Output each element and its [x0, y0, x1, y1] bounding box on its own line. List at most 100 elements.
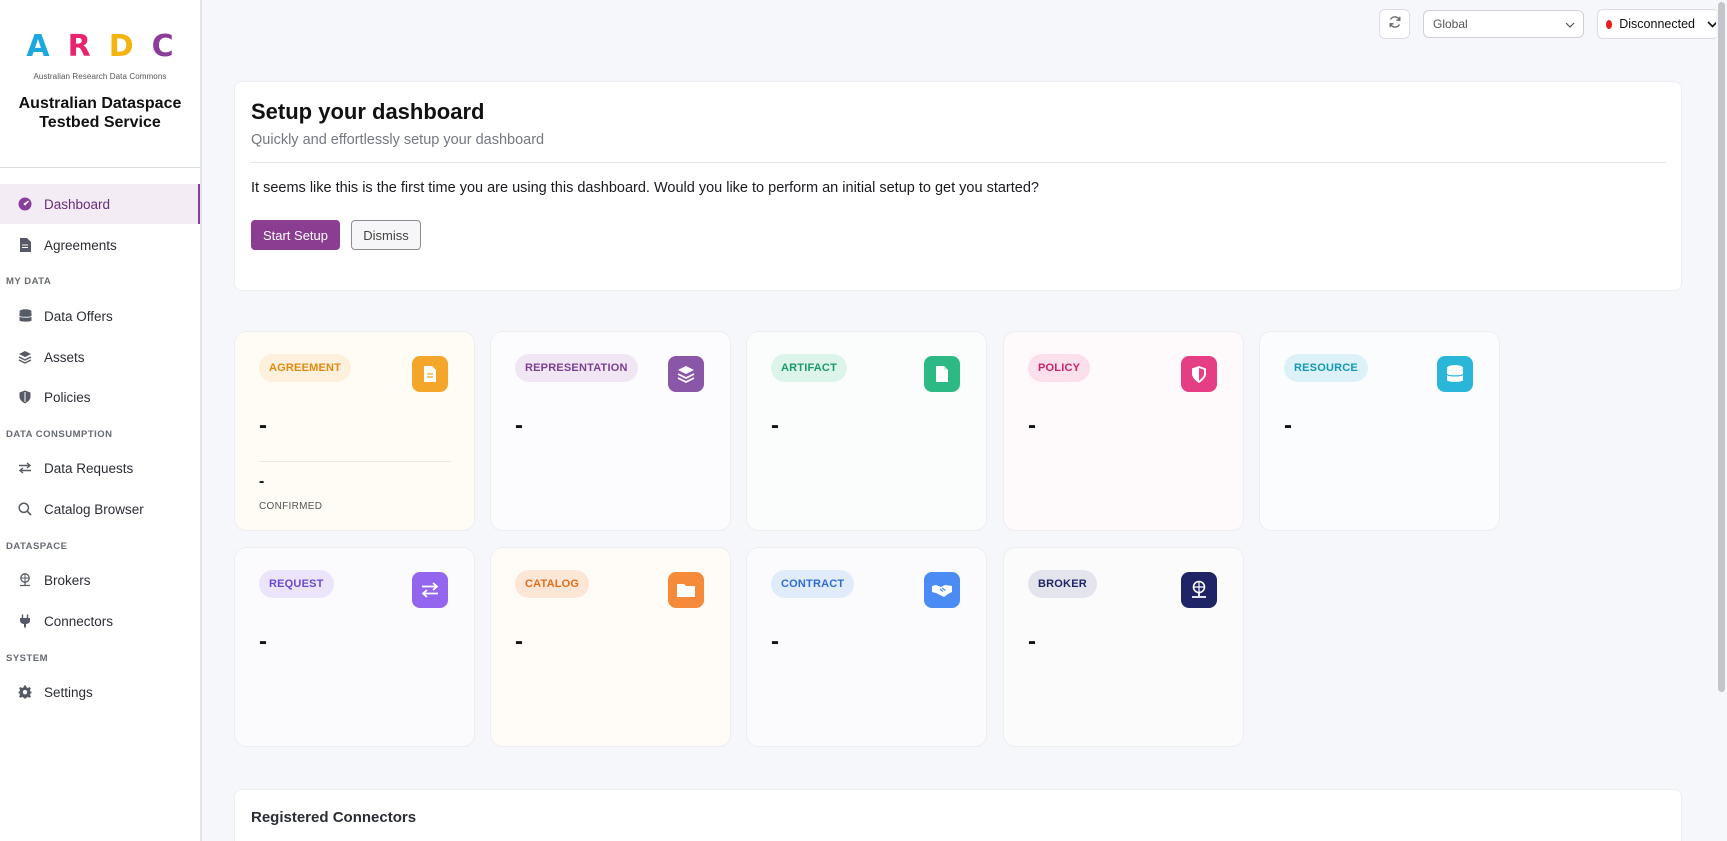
- section-title-system: SYSTEM: [6, 653, 49, 664]
- logo-subtitle: Australian Research Data Commons: [33, 72, 167, 81]
- stat-value-contract: -: [771, 628, 779, 655]
- stat-value-representation: -: [515, 412, 523, 439]
- sidebar-item-settings[interactable]: Settings: [0, 672, 200, 712]
- stat-value-request: -: [259, 628, 267, 655]
- stat-value-resource: -: [1284, 412, 1292, 439]
- sidebar-item-catalog-browser[interactable]: Catalog Browser: [0, 489, 200, 529]
- section-title-data-consumption: DATA CONSUMPTION: [6, 429, 113, 440]
- stat-value-policy: -: [1028, 412, 1036, 439]
- stat-value-broker: -: [1028, 628, 1036, 655]
- setup-subtitle: Quickly and effortlessly setup your dash…: [251, 132, 545, 148]
- stat-card-resource[interactable]: RESOURCE -: [1259, 331, 1500, 531]
- sidebar-item-label: Connectors: [44, 613, 114, 629]
- stat-card-request[interactable]: REQUEST -: [234, 547, 475, 747]
- sidebar-item-label: Catalog Browser: [44, 501, 144, 517]
- arrows-exchange-icon: [18, 461, 32, 475]
- dismiss-button[interactable]: Dismiss: [351, 220, 421, 250]
- sidebar-item-connectors[interactable]: Connectors: [0, 601, 200, 641]
- stat-value-artifact: -: [771, 412, 779, 439]
- sidebar-item-label: Dashboard: [44, 196, 111, 212]
- sidebar-item-agreements[interactable]: Agreements: [0, 225, 200, 265]
- sidebar-divider: [0, 167, 200, 168]
- logo-letter-c: C: [151, 29, 174, 64]
- layers-icon: [668, 356, 704, 392]
- shield-icon: [1181, 356, 1217, 392]
- sidebar-item-label: Data Offers: [44, 308, 113, 324]
- sidebar: A R D C Australian Research Data Commons…: [0, 0, 202, 841]
- stat-badge-artifact: ARTIFACT: [771, 354, 847, 382]
- stat-badge-representation: REPRESENTATION: [515, 354, 638, 382]
- stat-card-artifact[interactable]: ARTIFACT -: [746, 331, 987, 531]
- search-icon: [18, 502, 32, 516]
- stat-badge-catalog: CATALOG: [515, 570, 590, 598]
- stat-card-policy[interactable]: POLICY -: [1003, 331, 1244, 531]
- sidebar-item-label: Data Requests: [44, 460, 134, 476]
- sidebar-item-dashboard[interactable]: Dashboard: [0, 184, 200, 224]
- stat-value-catalog: -: [515, 628, 523, 655]
- page-scrollbar[interactable]: [1716, 0, 1727, 841]
- stat-divider: [259, 461, 451, 462]
- logo-letter-a: A: [26, 29, 50, 64]
- sidebar-item-brokers[interactable]: Brokers: [0, 560, 200, 600]
- app-title-line1: Australian Dataspace: [18, 95, 182, 112]
- scope-select[interactable]: Global: [1423, 10, 1584, 38]
- scrollbar-thumb[interactable]: [1718, 2, 1725, 692]
- sidebar-item-assets[interactable]: Assets: [0, 337, 200, 377]
- sidebar-item-policies[interactable]: Policies: [0, 377, 200, 417]
- stat-card-catalog[interactable]: CATALOG -: [490, 547, 731, 747]
- file-icon: [924, 356, 960, 392]
- logo-letter-r: R: [67, 29, 91, 64]
- stat-card-representation[interactable]: REPRESENTATION -: [490, 331, 731, 531]
- setup-message: It seems like this is the first time you…: [251, 180, 1039, 196]
- database-icon: [1437, 356, 1473, 392]
- connection-status-dropdown[interactable]: Disconnected: [1597, 9, 1719, 39]
- logo-letters: A R D C: [0, 30, 200, 64]
- start-setup-button[interactable]: Start Setup: [251, 220, 340, 250]
- section-title-dataspace: DATASPACE: [6, 541, 68, 552]
- stat-badge-resource: RESOURCE: [1284, 354, 1368, 382]
- ardc-logo: A R D C Australian Research Data Commons: [0, 30, 200, 82]
- registered-connectors-title: Registered Connectors: [251, 809, 417, 826]
- network-icon: [1181, 572, 1217, 608]
- plug-icon: [18, 614, 32, 628]
- status-dot: [1606, 19, 1613, 29]
- sidebar-item-label: Settings: [44, 684, 93, 700]
- section-title-my-data: MY DATA: [6, 276, 52, 287]
- sidebar-item-data-offers[interactable]: Data Offers: [0, 296, 200, 336]
- app-title: Australian Dataspace Testbed Service: [0, 94, 200, 132]
- scope-select-value: Global: [1433, 17, 1468, 31]
- shield-icon: [18, 390, 32, 404]
- connection-status-label: Disconnected: [1619, 17, 1695, 31]
- stat-value-agreement: -: [259, 412, 267, 439]
- gear-icon: [18, 685, 32, 699]
- sidebar-item-data-requests[interactable]: Data Requests: [0, 448, 200, 488]
- stat-card-agreement[interactable]: AGREEMENT - - CONFIRMED: [234, 331, 475, 531]
- chevron-down-icon: [1565, 17, 1575, 31]
- stat-card-broker[interactable]: BROKER -: [1003, 547, 1244, 747]
- registered-connectors-card: Registered Connectors: [234, 789, 1682, 841]
- stat-badge-agreement: AGREEMENT: [259, 354, 352, 382]
- handshake-icon: [924, 572, 960, 608]
- layers-icon: [18, 350, 32, 364]
- stat-card-contract[interactable]: CONTRACT -: [746, 547, 987, 747]
- document-icon: [412, 356, 448, 392]
- refresh-button[interactable]: [1379, 9, 1410, 39]
- stat-badge-contract: CONTRACT: [771, 570, 855, 598]
- network-icon: [18, 573, 32, 587]
- setup-divider: [251, 162, 1666, 163]
- stat-confirmed-value: -: [259, 473, 265, 490]
- setup-title: Setup your dashboard: [251, 99, 485, 124]
- refresh-icon: [1388, 15, 1402, 34]
- stat-badge-request: REQUEST: [259, 570, 334, 598]
- folder-icon: [668, 572, 704, 608]
- document-icon: [18, 238, 32, 252]
- database-icon: [18, 309, 32, 323]
- stat-confirmed-label: CONFIRMED: [259, 501, 323, 512]
- app-title-line2: Testbed Service: [39, 114, 161, 131]
- gauge-icon: [18, 197, 32, 211]
- setup-card: Setup your dashboard Quickly and effortl…: [234, 81, 1682, 291]
- sidebar-item-label: Brokers: [44, 572, 91, 588]
- sidebar-item-label: Agreements: [44, 237, 117, 253]
- arrows-exchange-icon: [412, 572, 448, 608]
- sidebar-item-label: Policies: [44, 389, 91, 405]
